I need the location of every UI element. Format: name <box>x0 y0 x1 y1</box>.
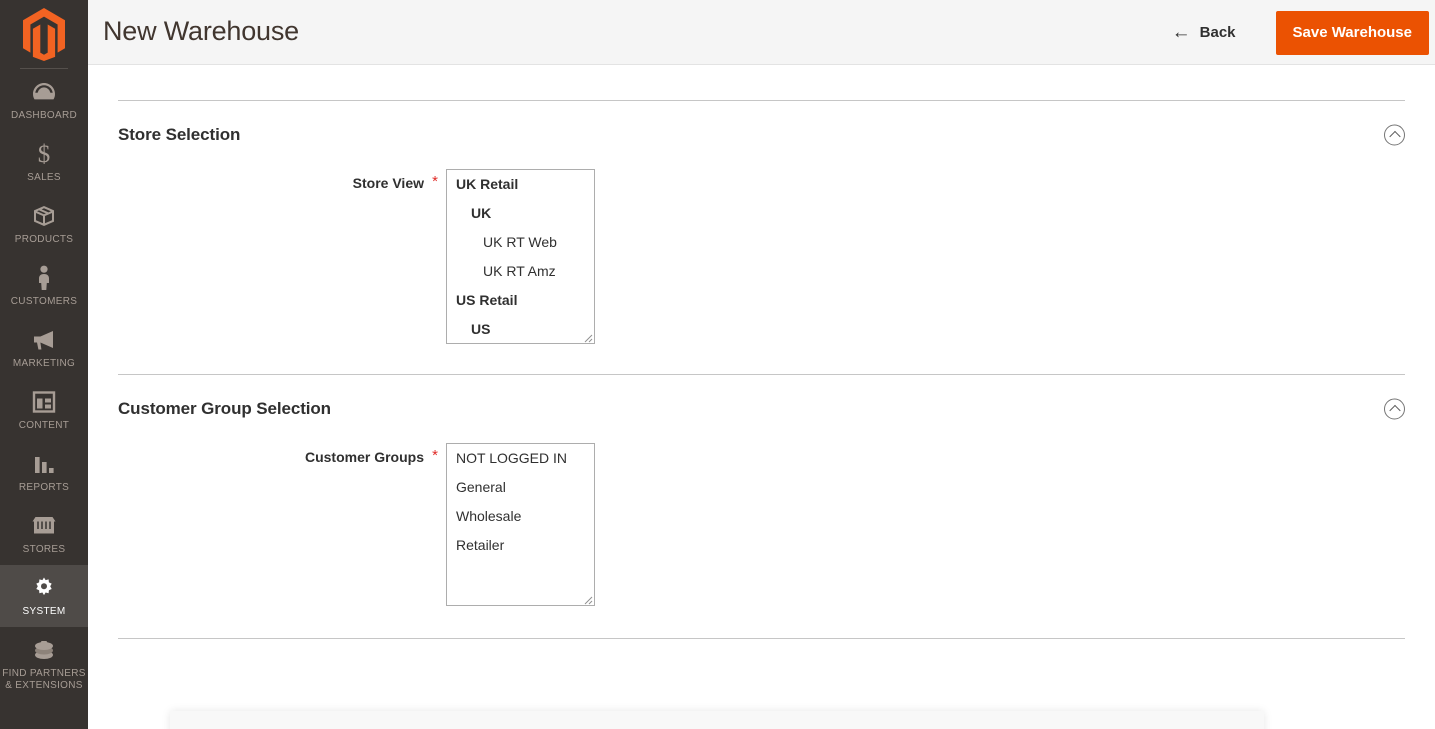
customer-groups-multiselect[interactable]: NOT LOGGED IN General Wholesale Retailer <box>446 443 595 606</box>
megaphone-icon <box>2 327 86 353</box>
section-customer-group-selection: Customer Group Selection Customer Groups… <box>88 375 1435 638</box>
header-actions: ← Back Save Warehouse <box>1160 9 1429 56</box>
dashboard-icon <box>2 79 86 105</box>
multiselect-option[interactable]: US Retail <box>447 286 594 315</box>
magento-logo-icon <box>23 7 65 61</box>
sidebar-item-reports[interactable]: REPORTS <box>0 441 88 503</box>
multiselect-option[interactable]: UK RT Amz <box>447 257 594 286</box>
magento-logo[interactable] <box>0 0 88 66</box>
multiselect-option[interactable]: UK <box>447 199 594 228</box>
sidebar-item-content[interactable]: CONTENT <box>0 379 88 441</box>
multiselect-option[interactable]: UK RT Web <box>447 228 594 257</box>
sidebar-item-label: SYSTEM <box>22 606 66 617</box>
section-title: Customer Group Selection <box>118 399 331 418</box>
admin-sidebar: DASHBOARD $ SALES PRODUCTS CUSTOMERS MAR… <box>0 0 88 729</box>
back-button[interactable]: ← Back <box>1160 16 1248 49</box>
back-button-label: Back <box>1199 24 1236 41</box>
required-marker: * <box>432 173 438 190</box>
sidebar-item-label: DASHBOARD <box>10 110 78 121</box>
layout-icon <box>2 389 86 415</box>
required-marker: * <box>432 447 438 464</box>
section-header-customer-group-selection[interactable]: Customer Group Selection <box>88 375 1435 443</box>
chevron-up-glyph <box>1388 130 1401 143</box>
sidebar-item-label: PRODUCTS <box>14 234 74 245</box>
save-warehouse-button[interactable]: Save Warehouse <box>1275 10 1429 55</box>
multiselect-option[interactable]: Retailer <box>447 531 594 560</box>
customer-groups-label: Customer Groups <box>304 449 424 465</box>
field-row-store-view: Store View * UK Retail UK UK RT Web UK R… <box>88 169 1435 344</box>
sidebar-item-dashboard[interactable]: DASHBOARD <box>0 69 88 131</box>
storefront-icon <box>2 513 86 539</box>
sidebar-item-label: REPORTS <box>18 482 70 493</box>
box-icon <box>2 203 86 229</box>
store-view-multiselect[interactable]: UK Retail UK UK RT Web UK RT Amz US Reta… <box>446 169 595 344</box>
dollar-icon: $ <box>2 141 86 167</box>
svg-text:$: $ <box>38 141 51 167</box>
bottom-overflow-area <box>88 700 1435 729</box>
sidebar-item-customers[interactable]: CUSTOMERS <box>0 255 88 317</box>
sidebar-item-sales[interactable]: $ SALES <box>0 131 88 193</box>
chevron-up-circle-icon[interactable] <box>1384 124 1405 146</box>
store-view-label: Store View <box>352 175 424 191</box>
arrow-left-icon: ← <box>1171 22 1191 43</box>
sidebar-item-label: CONTENT <box>18 420 70 431</box>
page-title: New Warehouse <box>103 16 299 46</box>
sidebar-item-label: MARKETING <box>12 358 76 369</box>
sidebar-item-stores[interactable]: STORES <box>0 503 88 565</box>
section-header-store-selection[interactable]: Store Selection <box>88 101 1435 169</box>
sidebar-item-find-partners-extensions[interactable]: FIND PARTNERS & EXTENSIONS <box>0 627 88 704</box>
sidebar-item-label-line2: & EXTENSIONS <box>5 680 83 691</box>
section-divider-bottom <box>118 638 1405 639</box>
field-row-customer-groups: Customer Groups * NOT LOGGED IN General … <box>88 443 1435 606</box>
sidebar-item-label: SALES <box>27 172 61 183</box>
chevron-up-circle-icon[interactable] <box>1384 398 1405 420</box>
multiselect-option[interactable]: NOT LOGGED IN <box>447 444 594 473</box>
page-header: New Warehouse ← Back Save Warehouse <box>88 0 1435 65</box>
next-section-panel <box>170 711 1264 729</box>
gear-icon <box>2 575 86 601</box>
sidebar-item-marketing[interactable]: MARKETING <box>0 317 88 379</box>
multiselect-option[interactable]: US <box>447 315 594 343</box>
bar-chart-icon <box>2 451 86 477</box>
multiselect-option[interactable]: UK Retail <box>447 170 594 199</box>
extension-icon <box>2 637 86 663</box>
sidebar-item-label: STORES <box>22 544 66 555</box>
sidebar-item-label: CUSTOMERS <box>10 296 78 307</box>
sidebar-item-products[interactable]: PRODUCTS <box>0 193 88 255</box>
page-content: Store Selection Store View * UK Retail U… <box>88 65 1435 729</box>
multiselect-option[interactable]: General <box>447 473 594 502</box>
section-store-selection: Store Selection Store View * UK Retail U… <box>88 101 1435 374</box>
admin-page: DASHBOARD $ SALES PRODUCTS CUSTOMERS MAR… <box>0 0 1435 729</box>
chevron-up-glyph <box>1388 404 1401 417</box>
magento-logo-svg <box>23 7 65 61</box>
multiselect-option[interactable]: Wholesale <box>447 502 594 531</box>
person-icon <box>2 265 86 291</box>
section-title: Store Selection <box>118 125 241 144</box>
sidebar-item-system[interactable]: SYSTEM <box>0 565 88 627</box>
sidebar-item-label: FIND PARTNERS <box>2 668 86 679</box>
resize-handle-icon[interactable] <box>581 592 593 605</box>
